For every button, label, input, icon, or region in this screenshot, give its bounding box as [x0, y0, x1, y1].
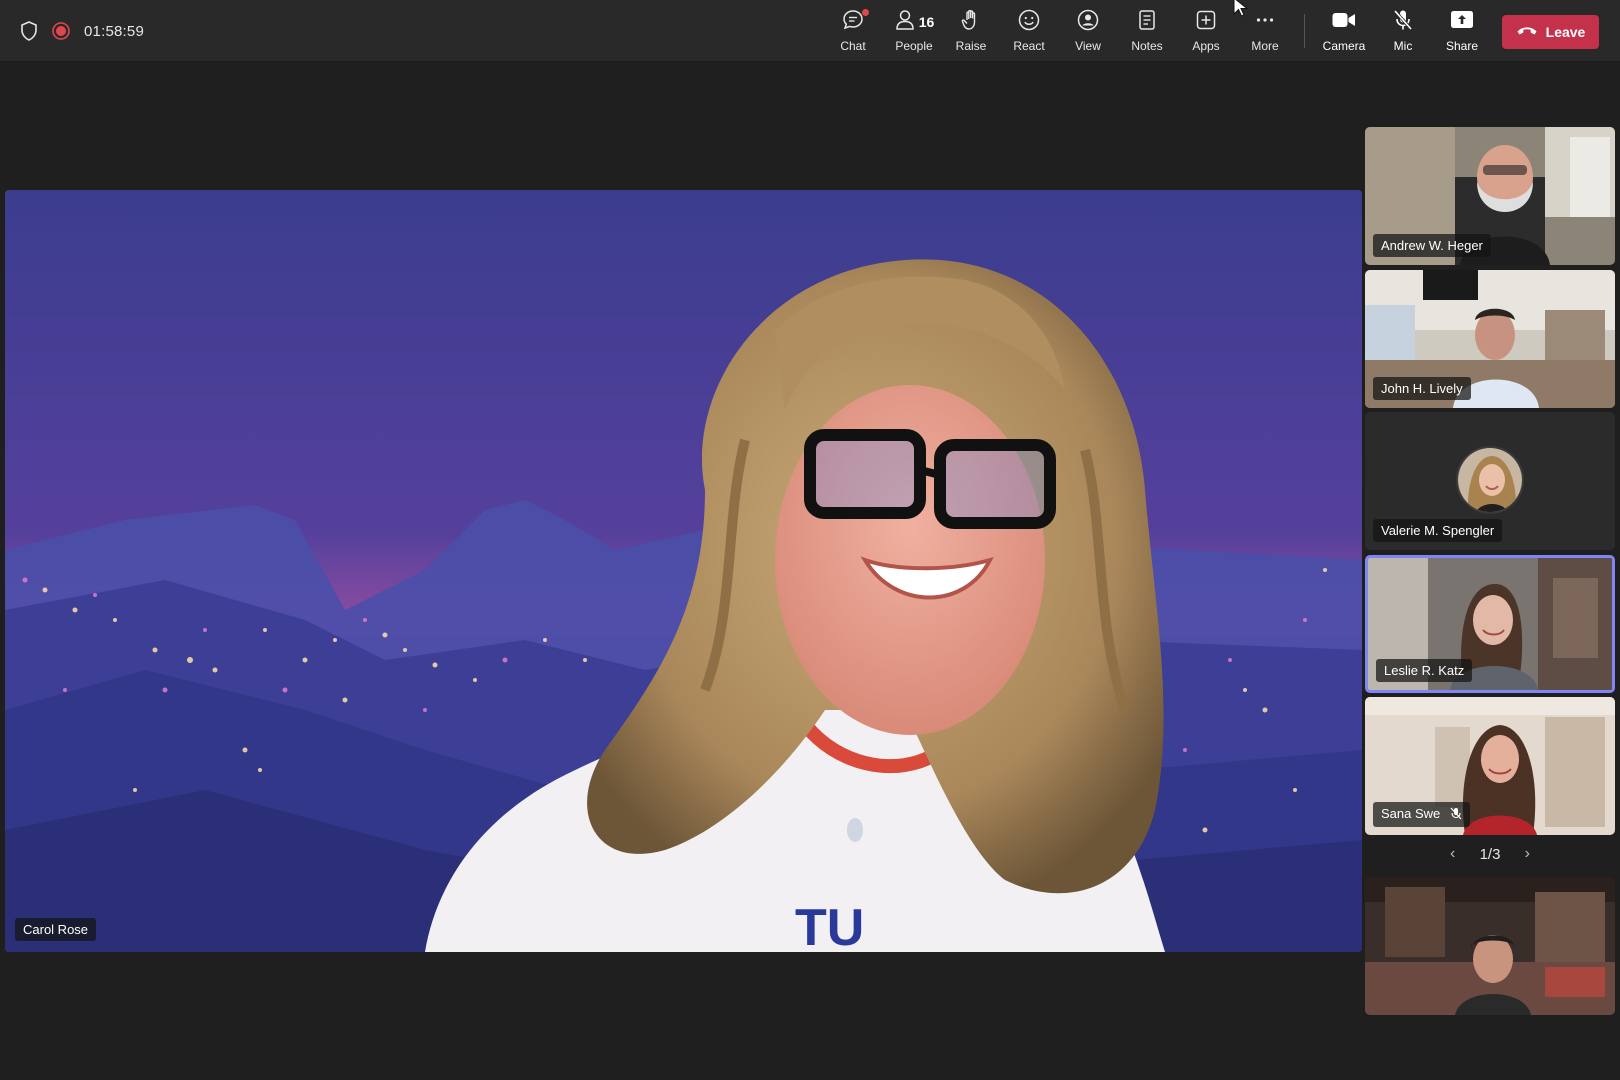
raise-hand-button[interactable]: Raise — [942, 8, 1000, 56]
main-video-tile[interactable]: TU Carol Rose — [5, 190, 1362, 952]
more-label: More — [1251, 39, 1279, 53]
participant-name: John H. Lively — [1373, 377, 1471, 400]
participant-tile[interactable]: Sana Swe — [1365, 697, 1615, 835]
more-dots-icon — [1253, 8, 1277, 37]
camera-icon — [1331, 9, 1357, 36]
participant-tile[interactable]: Andrew W. Heger — [1365, 127, 1615, 265]
participant-name: Sana Swe — [1381, 806, 1441, 822]
smiley-icon — [1017, 8, 1041, 37]
chevron-right-icon[interactable]: › — [1525, 845, 1530, 863]
people-label: People — [895, 39, 933, 53]
meeting-info: 01:58:59 — [20, 0, 144, 62]
share-button[interactable]: Share — [1433, 8, 1491, 56]
mic-off-icon — [1391, 8, 1415, 37]
unread-dot — [862, 9, 869, 16]
participant-name-tag: Sana Swe — [1373, 802, 1470, 827]
notes-icon — [1137, 8, 1157, 37]
people-button[interactable]: 16 People — [883, 8, 945, 56]
avatar — [1456, 446, 1524, 514]
recording-icon — [52, 22, 70, 40]
mic-off-icon — [1450, 807, 1462, 823]
mouse-cursor-icon — [1232, 0, 1254, 23]
share-label: Share — [1445, 39, 1479, 53]
participant-tile[interactable]: Valerie M. Spengler — [1365, 412, 1615, 550]
meeting-toolbar: 01:58:59 Chat 16 People Raise React View… — [0, 0, 1620, 62]
apps-label: Apps — [1192, 39, 1220, 53]
share-screen-icon — [1449, 9, 1475, 36]
participant-tile-active-speaker[interactable]: Leslie R. Katz — [1365, 555, 1615, 693]
notes-label: Notes — [1131, 39, 1163, 53]
svg-text:TU: TU — [795, 899, 864, 952]
participant-name: Leslie R. Katz — [1376, 659, 1473, 682]
page-indicator: 1/3 — [1479, 845, 1501, 863]
tile-pager: ‹ 1/3 › — [1450, 842, 1530, 866]
camera-label: Camera — [1322, 39, 1366, 53]
chat-button[interactable]: Chat — [824, 8, 882, 56]
main-video-feed: TU — [5, 190, 1362, 952]
react-label: React — [1013, 39, 1045, 53]
toolbar-divider — [1304, 14, 1305, 48]
apps-button[interactable]: Apps — [1177, 8, 1235, 56]
leave-label: Leave — [1545, 24, 1586, 40]
participant-name: Valerie M. Spengler — [1373, 519, 1503, 542]
camera-button[interactable]: Camera — [1314, 8, 1374, 56]
notes-button[interactable]: Notes — [1118, 8, 1176, 56]
people-icon — [894, 8, 916, 37]
add-app-icon — [1194, 8, 1218, 37]
chat-label: Chat — [840, 39, 866, 53]
main-participant-name: Carol Rose — [15, 918, 97, 941]
people-count: 16 — [918, 14, 935, 30]
leave-button[interactable]: Leave — [1502, 15, 1599, 49]
view-label: View — [1075, 39, 1101, 53]
meeting-timer: 01:58:59 — [84, 22, 144, 40]
raise-label: Raise — [955, 39, 987, 53]
chevron-left-icon[interactable]: ‹ — [1450, 845, 1455, 863]
participant-tile[interactable]: John H. Lively — [1365, 270, 1615, 408]
self-view-tile[interactable] — [1365, 877, 1615, 1015]
participant-name: Andrew W. Heger — [1373, 234, 1491, 257]
shield-icon[interactable] — [20, 21, 38, 41]
hand-icon — [960, 8, 982, 37]
hang-up-icon — [1516, 23, 1538, 41]
view-icon — [1076, 8, 1100, 37]
mic-label: Mic — [1393, 39, 1413, 53]
react-button[interactable]: React — [1000, 8, 1058, 56]
view-button[interactable]: View — [1059, 8, 1117, 56]
mic-button[interactable]: Mic — [1374, 8, 1432, 56]
self-video — [1365, 877, 1615, 1015]
